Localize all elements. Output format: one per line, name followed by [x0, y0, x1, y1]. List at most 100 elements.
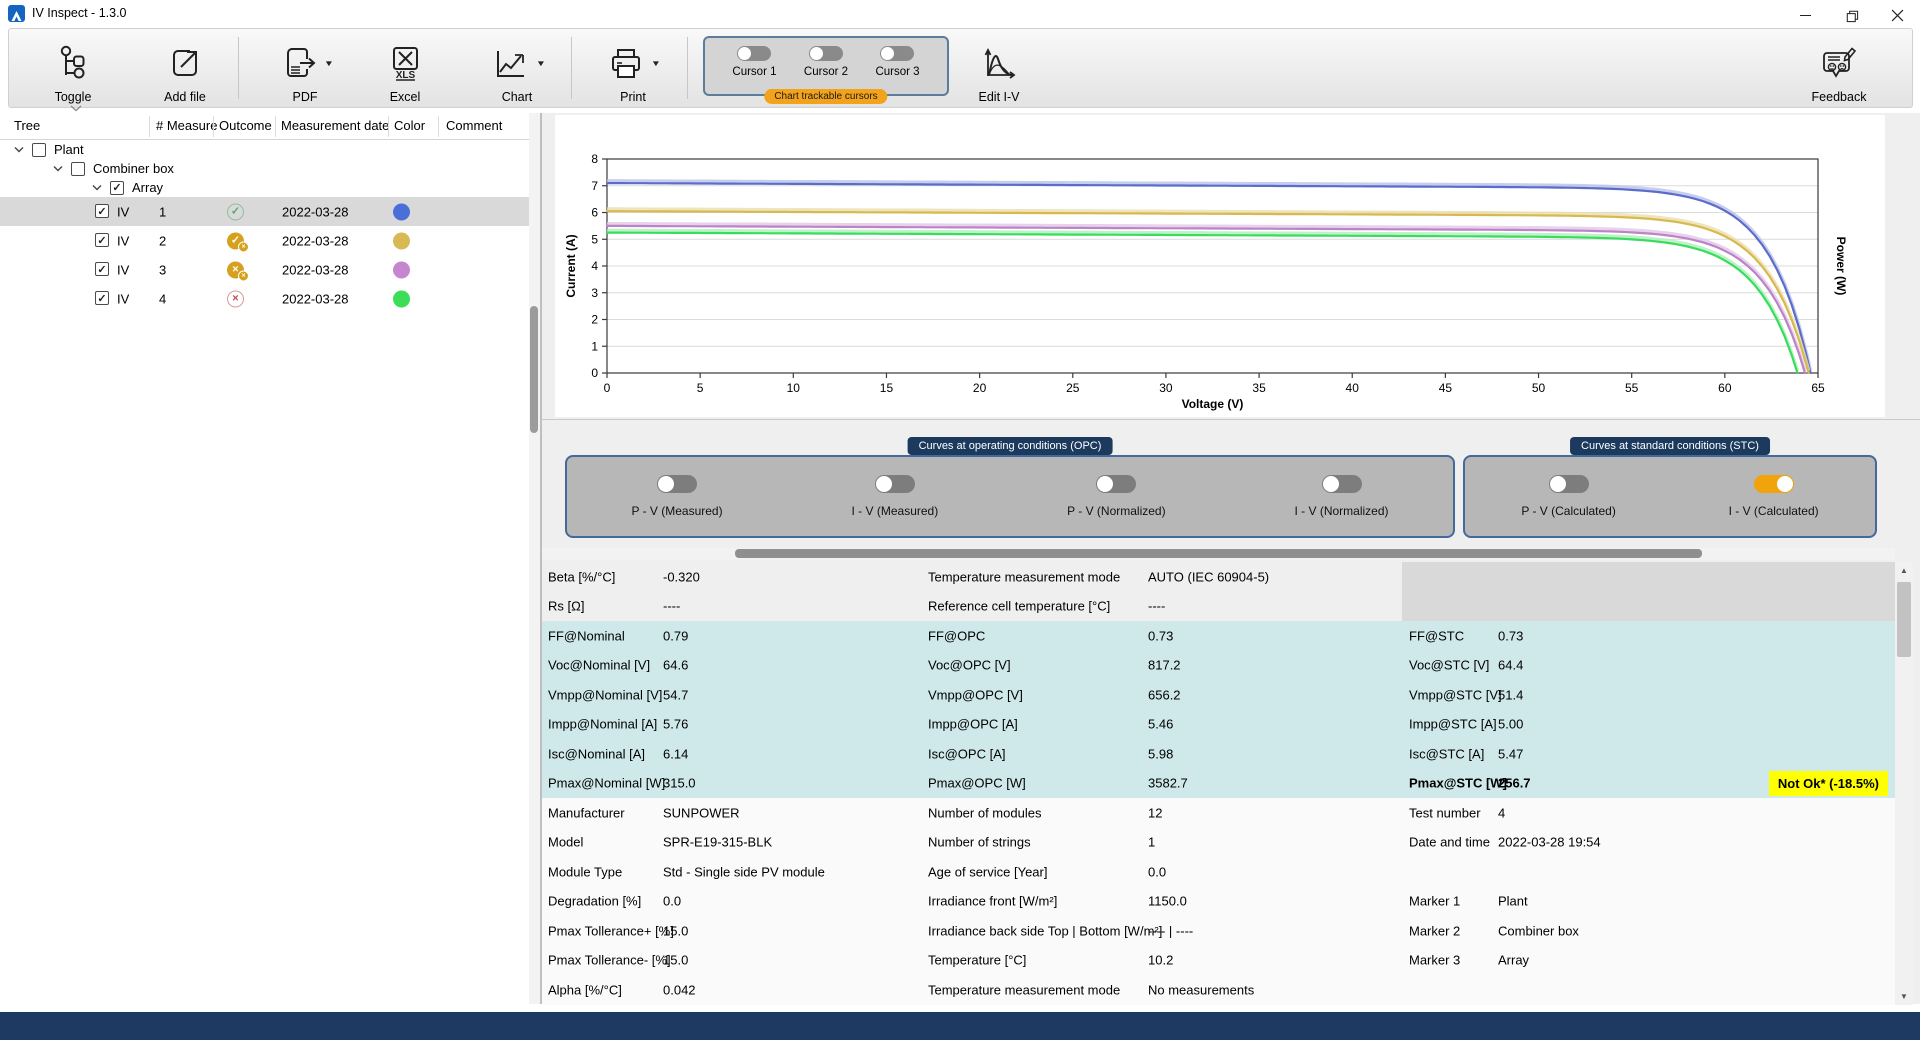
close-button[interactable]: [1874, 0, 1920, 30]
tree-measurement-row-2[interactable]: ✓IV2✓×2022-03-28: [0, 226, 529, 255]
tree-scrollbar-thumb[interactable]: [530, 306, 538, 433]
scroll-up-arrow[interactable]: ▲: [1895, 562, 1913, 579]
param-value: 12: [1148, 805, 1162, 820]
opc-toggle-1[interactable]: [875, 475, 915, 493]
vscrollbar-thumb[interactable]: [1897, 582, 1911, 657]
opc-toggle-3[interactable]: [1322, 475, 1362, 493]
col-header-tree[interactable]: Tree: [14, 118, 40, 133]
pdf-button[interactable]: ▼ PDF: [255, 33, 355, 105]
col-header-measure[interactable]: # Measure: [156, 118, 217, 133]
tree-measurement-row-1[interactable]: ✓IV1✓2022-03-28: [0, 197, 529, 226]
column-separator[interactable]: [388, 116, 389, 137]
excel-button[interactable]: XLS Excel: [363, 33, 447, 105]
toggle-tree-button[interactable]: Toggle: [31, 33, 115, 105]
scroll-down-arrow[interactable]: ▼: [1895, 988, 1913, 1005]
stc-toggle-item-1: I - V (Calculated): [1729, 475, 1819, 518]
tree-checkbox[interactable]: ✓: [95, 291, 109, 305]
table-horizontal-scrollbar[interactable]: [542, 548, 1895, 560]
param-row: Pmax@OPC [W]3582.7: [922, 769, 1402, 799]
print-dropdown-caret[interactable]: ▼: [650, 59, 660, 68]
feedback-button[interactable]: Feedback: [1797, 33, 1881, 105]
param-value: 15.0: [663, 953, 688, 968]
opc-toggle-2[interactable]: [1096, 475, 1136, 493]
stc-toggle-label-1: I - V (Calculated): [1729, 504, 1819, 518]
param-value: 315.0: [663, 776, 696, 791]
col-header-date[interactable]: Measurement date: [281, 118, 389, 133]
param-value: 0.79: [663, 628, 688, 643]
param-value: ---- | ----: [1148, 923, 1193, 938]
param-label: Impp@Nominal [A]: [548, 717, 657, 732]
measurement-color-dot[interactable]: [393, 261, 410, 278]
chart-label: Chart: [502, 91, 533, 104]
add-file-icon: [167, 45, 203, 83]
tree-checkbox[interactable]: ✓: [110, 181, 124, 195]
iv-curve-halo-iv-3: [607, 224, 1805, 371]
param-row: Marker 1Plant: [1402, 887, 1895, 917]
tree-checkbox[interactable]: ✓: [95, 233, 109, 247]
chart-button[interactable]: ▼ Chart: [467, 33, 567, 105]
col-header-comment[interactable]: Comment: [446, 118, 502, 133]
pdf-dropdown-caret[interactable]: ▼: [323, 59, 333, 68]
add-file-button[interactable]: Add file: [143, 33, 227, 105]
edit-iv-button[interactable]: Edit I-V: [957, 33, 1041, 105]
expander-chevron-icon[interactable]: [53, 165, 63, 172]
hscrollbar-thumb[interactable]: [735, 549, 1702, 558]
stc-toggle-item-0: P - V (Calculated): [1521, 475, 1615, 518]
expander-chevron-icon[interactable]: [14, 146, 24, 153]
cursor-1-toggle[interactable]: [737, 46, 771, 61]
tree-header-grip-icon[interactable]: [70, 105, 82, 112]
column-separator[interactable]: [275, 116, 276, 137]
minimize-button[interactable]: [1782, 0, 1828, 30]
tree-checkbox[interactable]: ✓: [95, 204, 109, 218]
col-header-color[interactable]: Color: [394, 118, 425, 133]
stc-toggle-1[interactable]: [1754, 475, 1794, 493]
opc-toggle-panel: P - V (Measured)I - V (Measured)P - V (N…: [565, 455, 1455, 538]
opc-toggle-item-2: P - V (Normalized): [1067, 475, 1165, 518]
tree-checkbox[interactable]: [71, 162, 85, 176]
param-row: Temperature measurement modeNo measureme…: [922, 975, 1402, 1005]
opc-toggle-0[interactable]: [657, 475, 697, 493]
param-value: 0.73: [1148, 628, 1173, 643]
tree-group-label: Array: [132, 180, 163, 195]
param-label: Age of service [Year]: [928, 864, 1047, 879]
section-divider: [542, 419, 1920, 420]
y-tick-label: 1: [591, 339, 598, 353]
cursor-2-toggle[interactable]: [809, 46, 843, 61]
param-row: FF@OPC0.73: [922, 621, 1402, 651]
measurement-color-dot[interactable]: [393, 290, 410, 307]
col-header-outcome[interactable]: Outcome: [219, 118, 272, 133]
cursor-3-toggle[interactable]: [880, 46, 914, 61]
tree-group-row-plant[interactable]: Plant: [0, 140, 529, 159]
tree-group-row-array[interactable]: ✓ Array: [0, 178, 529, 197]
param-label: Voc@OPC [V]: [928, 658, 1011, 673]
x-tick-label: 10: [787, 381, 801, 395]
print-label: Print: [620, 91, 646, 104]
print-button[interactable]: ▼ Print: [581, 33, 685, 105]
chart-dropdown-caret[interactable]: ▼: [535, 59, 545, 68]
opc-toggle-label-2: P - V (Normalized): [1067, 504, 1165, 518]
expander-chevron-icon[interactable]: [92, 184, 102, 191]
tree-group-row-combiner-box[interactable]: Combiner box: [0, 159, 529, 178]
param-row: Temperature [°C]10.2: [922, 946, 1402, 976]
tree-checkbox[interactable]: [32, 143, 46, 157]
param-row: Impp@Nominal [A]5.76: [542, 710, 922, 740]
toolbar-separator: [571, 37, 572, 99]
opc-toggle-item-3: I - V (Normalized): [1295, 475, 1389, 518]
column-separator[interactable]: [213, 116, 214, 137]
measurement-color-dot[interactable]: [393, 203, 410, 220]
tree-scrollbar[interactable]: [529, 113, 540, 1004]
tree-checkbox[interactable]: ✓: [95, 262, 109, 276]
param-label: Rs [Ω]: [548, 599, 584, 614]
stc-toggle-0[interactable]: [1549, 475, 1589, 493]
table-group-opc: Temperature measurement modeAUTO (IEC 60…: [922, 562, 1402, 1005]
tree-measurement-row-4[interactable]: ✓IV4×2022-03-28: [0, 284, 529, 313]
app-window: IV Inspect - 1.3.0 Toggle Add file: [0, 0, 1920, 1040]
column-separator[interactable]: [438, 116, 439, 137]
measurement-color-dot[interactable]: [393, 232, 410, 249]
tree-measurement-row-3[interactable]: ✓IV3××2022-03-28: [0, 255, 529, 284]
param-value: SUNPOWER: [663, 805, 740, 820]
maximize-button[interactable]: [1828, 0, 1874, 30]
table-vertical-scrollbar[interactable]: ▲ ▼: [1895, 562, 1913, 1005]
column-separator[interactable]: [149, 116, 150, 137]
param-label: Impp@OPC [A]: [928, 717, 1018, 732]
